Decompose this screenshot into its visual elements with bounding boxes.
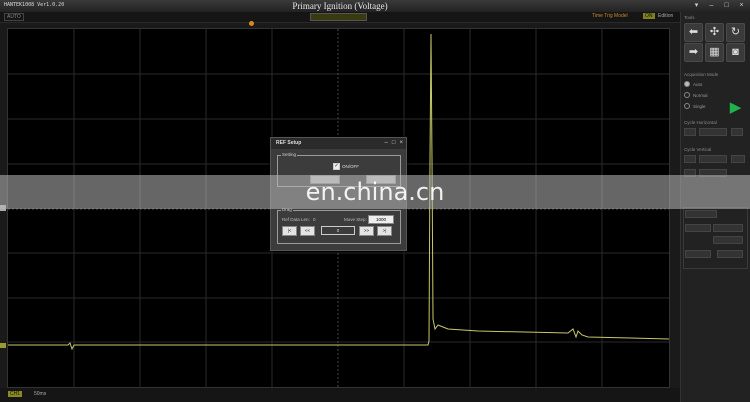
forward-arrow-icon[interactable]: ➡ xyxy=(684,43,703,62)
vertical-select[interactable] xyxy=(699,155,727,163)
export-button[interactable] xyxy=(685,250,711,258)
dialog-maximize-icon[interactable]: □ xyxy=(392,140,396,146)
ref-data-len-label: Ref Data Len: xyxy=(282,217,310,222)
watermark-band: en.china.cn xyxy=(0,175,750,209)
dialog-titlebar[interactable]: REF Setup – □ × xyxy=(271,138,406,149)
refresh-icon[interactable]: ↻ xyxy=(726,23,745,42)
trigger-label: Time Trig Model xyxy=(592,13,628,19)
position-field[interactable]: 0 xyxy=(321,226,355,235)
horizontal-left-button[interactable] xyxy=(684,128,696,136)
vertical-checkbox[interactable] xyxy=(731,155,745,163)
file-name-field[interactable] xyxy=(685,210,717,218)
play-icon[interactable]: ▶ xyxy=(727,99,744,116)
dialog-window-controls: – □ × xyxy=(385,140,403,146)
move-first-button[interactable]: |< xyxy=(282,226,297,236)
watermark-text: en.china.cn xyxy=(305,178,445,206)
window-title: Primary Ignition (Voltage) xyxy=(292,1,388,11)
status-bar: AUTO Time Trig Model ON Edition xyxy=(0,12,680,23)
onoff-label: ON/OFF xyxy=(342,164,359,169)
playback-option[interactable] xyxy=(713,224,743,232)
trigger-marker-icon[interactable] xyxy=(249,21,254,26)
minimize-icon[interactable]: – xyxy=(707,2,716,10)
acq-normal-radio[interactable]: Normal xyxy=(684,92,708,98)
acq-auto-radio[interactable]: Auto xyxy=(684,81,702,87)
window-controls: ▾ – □ × xyxy=(692,2,746,10)
settings-icon[interactable]: ✣ xyxy=(705,23,724,42)
camera-icon[interactable]: ◙ xyxy=(726,43,745,62)
cycle-vertical-title: Cycle Vertical xyxy=(684,147,712,152)
storage-option[interactable] xyxy=(685,224,711,232)
horizontal-select[interactable] xyxy=(699,128,727,136)
move-step-label: Move Step: xyxy=(344,217,367,222)
import-button[interactable] xyxy=(717,250,743,258)
time-readout xyxy=(310,13,367,21)
title-bar: HANTEK1008 Ver1.0.20 Primary Ignition (V… xyxy=(0,0,750,12)
horizontal-right-button[interactable] xyxy=(731,128,743,136)
grid-icon[interactable]: ▦ xyxy=(705,43,724,62)
acq-single-radio[interactable]: Single xyxy=(684,103,706,109)
dialog-close-icon[interactable]: × xyxy=(399,140,403,146)
move-step-input[interactable]: 1000 xyxy=(368,215,394,224)
ref-data-len-value: 0 xyxy=(313,217,316,222)
move-last-button[interactable]: >| xyxy=(377,226,392,236)
vertical-left-button[interactable] xyxy=(684,155,696,163)
channel-scale[interactable]: CH1 xyxy=(8,391,23,397)
trigger-value[interactable]: ON xyxy=(643,13,655,19)
time-scale[interactable]: 50ms xyxy=(34,391,46,397)
cycle-horizontal-title: Cycle Horizontal xyxy=(684,120,717,125)
back-arrow-icon[interactable]: ⬅ xyxy=(684,23,703,42)
check-icon: ✓ xyxy=(333,163,340,170)
dialog-title: REF Setup xyxy=(276,140,302,146)
trigger-mode[interactable]: Edition xyxy=(658,13,673,19)
dialog-minimize-icon[interactable]: – xyxy=(385,140,388,146)
menu-icon[interactable]: ▾ xyxy=(692,2,701,10)
tools-section-title: Tools xyxy=(684,15,695,20)
close-icon[interactable]: × xyxy=(737,2,746,10)
move-back-button[interactable]: << xyxy=(300,226,315,236)
interval-select[interactable] xyxy=(713,236,743,244)
bottom-bar: CH1 50ms xyxy=(0,388,680,402)
channel-tag[interactable]: AUTO xyxy=(4,13,24,21)
move-forward-button[interactable]: >> xyxy=(359,226,374,236)
setting-legend: Setting xyxy=(281,152,298,157)
acq-mode-title: Acquisition Mode xyxy=(684,72,719,77)
zero-level-marker-icon[interactable] xyxy=(0,343,6,348)
onoff-checkbox[interactable]: ✓ ON/OFF xyxy=(333,163,359,170)
maximize-icon[interactable]: □ xyxy=(722,2,731,10)
